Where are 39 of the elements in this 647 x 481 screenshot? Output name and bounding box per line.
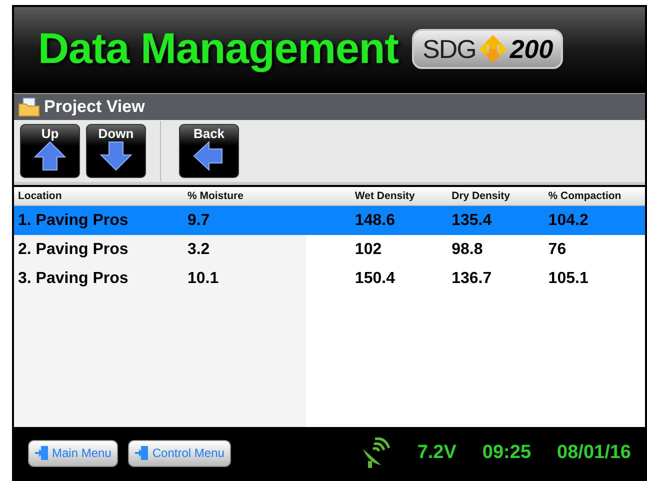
exit-icon [35,445,49,461]
table-cell-text: 136.7 [452,270,493,288]
column-header: Dry Density [452,190,511,202]
screen-title: Data Management [38,24,398,74]
table-row[interactable]: 1. Paving Pros 9.7 148.6 135.4 104.2 [14,206,645,235]
date-text: 08/01/16 [557,442,631,464]
arrows-icon [478,34,508,64]
up-button[interactable]: Up [20,124,80,178]
table-cell-text: 105.1 [548,270,590,288]
back-button[interactable]: Back [179,124,239,178]
up-arrow-icon [34,141,66,171]
table-cell-text: 104.2 [548,212,590,230]
table-cell-text: 98.8 [452,240,484,258]
down-button[interactable]: Down [86,124,146,178]
table-cell-text: 135.4 [452,212,493,230]
table-cell-text: 150.4 [354,270,396,288]
exit-icon [135,445,150,461]
table-cell-text: 3. Paving Pros [18,270,130,288]
battery-voltage: 7.2V [417,442,456,464]
down-arrow-icon [100,141,132,171]
left-arrow-icon [193,141,225,171]
table-cell-text: 148.6 [354,212,396,230]
table-cell-text: 2. Paving Pros [18,240,130,258]
panel-title: Project View [44,97,145,117]
table-row[interactable]: 2. Paving Pros 3.2 102 98.8 76 [14,235,645,264]
clock-time: 09:25 [482,442,532,464]
logo-badge: SDG 200 [412,29,564,69]
table-cell-text: 102 [354,240,383,258]
table-cell-text: 3.2 [187,240,211,258]
column-header: Wet Density [354,190,416,202]
folder-icon [18,97,40,117]
column-header: % Compaction [548,190,622,202]
table-cell-text: 10.1 [187,270,220,288]
column-header: Location [18,190,63,202]
column-header: % Moisture [187,190,244,202]
table-cell-text: 9.7 [187,212,211,230]
table-cell-text: 76 [548,240,568,258]
table-cell-text: 1. Paving Pros [18,212,130,230]
table-row[interactable]: 3. Paving Pros 10.1 150.4 136.7 105.1 [14,264,645,293]
